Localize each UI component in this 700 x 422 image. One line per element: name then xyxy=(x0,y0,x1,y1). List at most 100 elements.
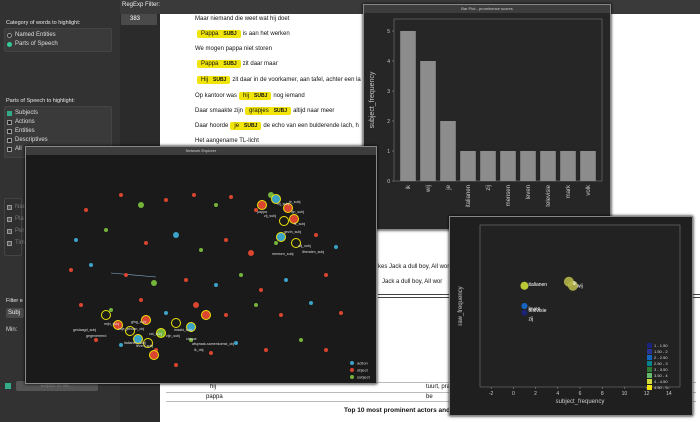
node-label: zij_subj xyxy=(264,214,276,218)
check-descriptives[interactable]: Descriptives xyxy=(7,137,48,143)
point-label: ik xyxy=(573,281,577,287)
legend-swatch xyxy=(350,361,354,365)
graph-node xyxy=(119,193,123,197)
graph-node xyxy=(299,338,303,342)
node-label: ik_subj xyxy=(294,222,305,226)
x-tick-label: 2 xyxy=(534,391,537,397)
window-title: Network Explorer xyxy=(26,147,376,155)
graph-node xyxy=(74,238,78,242)
radio-parts-of-speech[interactable]: Parts of Speech xyxy=(7,41,58,47)
graph-node xyxy=(199,248,203,252)
graph-node xyxy=(314,233,318,237)
graph-node xyxy=(89,263,93,267)
radio-label: Parts of Speech xyxy=(15,41,58,47)
graph-node xyxy=(229,195,233,199)
bar xyxy=(400,31,416,181)
document-line: Daar hoorde je SUBJ de echo van een buldere… xyxy=(195,122,359,130)
subj-tag: SUBJ xyxy=(254,93,268,99)
x-tick-label: 4 xyxy=(556,391,559,397)
network-canvas[interactable]: pappa hij_subj je_subj lijn_subj ik_subj gezi… xyxy=(26,155,376,383)
graph-node xyxy=(94,338,98,342)
line-text: Maar niemand die weet wat hij doet xyxy=(195,16,290,22)
graph-node xyxy=(193,302,199,308)
highlight-word: Pappa xyxy=(201,31,219,37)
colorbar-swatch xyxy=(647,343,652,348)
graph-node xyxy=(309,301,313,305)
graph-node xyxy=(254,303,258,307)
graph-node xyxy=(324,348,328,352)
node-label: leven_subj xyxy=(136,344,153,348)
line-text: zit daar maar xyxy=(242,61,278,67)
bar-chart: 0 1 2 3 4 5 subject_frequencyik wij je italianen z… xyxy=(369,18,603,207)
graph-node xyxy=(192,193,196,197)
y-axis-label: raw_frequency xyxy=(458,286,464,325)
subj-tag: SUBJ xyxy=(213,77,227,83)
node-label: gegenereerd xyxy=(86,334,106,338)
check-label: Descriptives xyxy=(15,137,48,143)
line-text: Het aangename TL-licht xyxy=(195,138,259,144)
x-tick-label: 8 xyxy=(601,391,604,397)
bottom-check[interactable] xyxy=(5,383,11,389)
bar xyxy=(520,151,536,181)
colorbar-swatch xyxy=(647,385,652,390)
colorbar-label: 1.50 - 2 xyxy=(654,349,668,354)
graph-node xyxy=(104,228,108,232)
subject-highlight: hij SUBJ xyxy=(239,92,272,100)
subj-tag: SUBJ xyxy=(223,31,237,37)
subj-tag: SUBJ xyxy=(273,108,288,114)
point-label: televisie xyxy=(528,308,546,314)
line-text: de echo van een bulderende lach, h xyxy=(263,123,359,129)
graph-node xyxy=(259,288,263,292)
node-label: liberalen_subj xyxy=(302,250,324,254)
x-tick-label: mark xyxy=(566,184,572,198)
legend-label: action xyxy=(357,361,368,366)
subj-tag: SUBJ xyxy=(223,61,237,67)
radio-named-entities[interactable]: Named Entities xyxy=(7,32,56,38)
faded-check-2[interactable]: Pla xyxy=(7,216,24,222)
graph-node xyxy=(79,303,83,307)
point-label: italianen xyxy=(528,282,547,288)
x-tick-label: italianen xyxy=(466,185,472,207)
graph-node xyxy=(324,273,328,277)
document-line: Pappa SUBJ zit daar maar xyxy=(195,60,278,68)
colorbar-swatch xyxy=(647,367,652,372)
bar xyxy=(440,121,456,181)
network-graph: pappahij_subj je_subjlijn_subjik_subjgezi… xyxy=(69,192,371,380)
node-label: maakt_subj xyxy=(174,328,193,332)
x-tick-label: 14 xyxy=(666,391,672,397)
graph-node xyxy=(173,232,179,238)
check-label: Subjects xyxy=(15,110,39,116)
line-text: nog iemand xyxy=(273,93,305,99)
highlight-word: Hij xyxy=(201,77,208,83)
check-actions[interactable]: Actions xyxy=(7,119,35,125)
graph-node xyxy=(184,278,188,282)
filter-label: Filter e xyxy=(6,298,23,304)
document-line: We mogen pappa niet storen xyxy=(195,46,272,52)
graph-node xyxy=(164,198,168,202)
document-line: Het aangename TL-licht xyxy=(195,138,259,144)
bar xyxy=(560,151,576,181)
graph-node xyxy=(174,363,178,367)
subj-tag: SUBJ xyxy=(244,123,258,129)
bar xyxy=(460,151,476,181)
faded-check-4[interactable]: Tim xyxy=(7,240,25,246)
table-cell: hij xyxy=(210,384,217,390)
check-entities[interactable]: Entities xyxy=(7,128,35,134)
node-label: mijn_subj xyxy=(104,322,119,326)
check-all[interactable]: All xyxy=(7,146,22,152)
node-label: geslaagd_subj xyxy=(73,328,96,332)
filter-select[interactable]: Subj xyxy=(6,308,24,318)
network-explorer-window: Network Explorer pappa hij_subj je_subj lij… xyxy=(25,146,377,384)
graph-node xyxy=(138,202,144,208)
hub-node xyxy=(279,216,289,226)
colorbar-swatch xyxy=(647,361,652,366)
line-text: zit daar in de voorkamer, aan tafel, ach… xyxy=(232,77,361,83)
y-tick-label: 3 xyxy=(387,89,390,95)
point-label: zij xyxy=(528,316,533,322)
graph-node xyxy=(164,311,168,315)
hub-node xyxy=(257,200,267,210)
colorbar-label: 3 - 3.50 xyxy=(654,367,668,372)
graph-node xyxy=(209,351,213,355)
faded-check-3[interactable]: Per xyxy=(7,228,24,234)
check-subjects[interactable]: Subjects xyxy=(7,110,38,116)
